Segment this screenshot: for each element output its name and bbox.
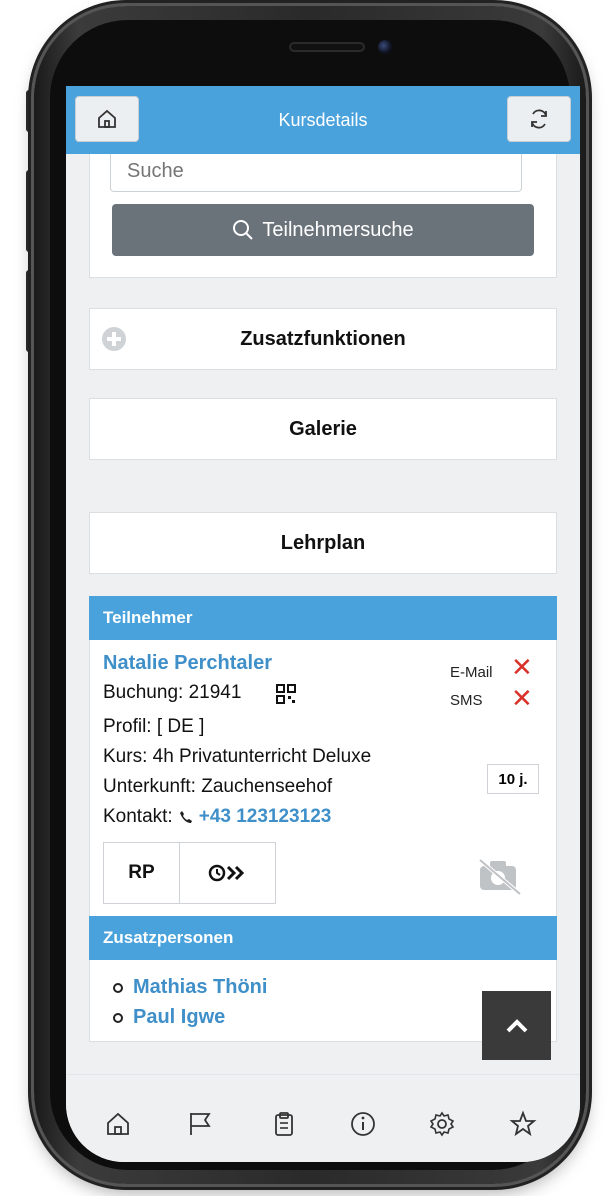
phone-number-link[interactable]: +43 123123123 [199, 806, 332, 828]
search-input[interactable] [110, 150, 522, 192]
app-screen: Teilnehmersuche Zusatzfunktionen Galerie… [66, 86, 580, 1162]
refresh-button[interactable] [507, 96, 571, 142]
chevron-up-icon [506, 1018, 527, 1032]
camera-disabled-icon[interactable] [476, 856, 524, 896]
refresh-icon [531, 109, 547, 129]
contact-label: Kontakt: [103, 806, 173, 827]
qr-code-icon[interactable] [276, 684, 296, 704]
nav-home-icon[interactable] [104, 1110, 132, 1138]
page-title: Kursdetails [278, 110, 368, 130]
search-icon [233, 220, 254, 240]
nav-flag-icon[interactable] [186, 1110, 214, 1138]
participants-heading: Teilnehmer [89, 596, 557, 640]
sms-status-icon[interactable]: ✕ [511, 685, 533, 711]
booking-number: Buchung: 21941 [103, 682, 242, 703]
nav-clipboard-icon[interactable] [270, 1110, 298, 1138]
additional-persons-heading: Zusatzpersonen [89, 916, 557, 960]
participant-contact: Kontakt: +43 123123123 [103, 806, 331, 828]
search-button-label: Teilnehmersuche [262, 218, 414, 241]
participant-accommodation: Unterkunft: Zauchenseehof [103, 776, 333, 797]
nav-info-icon[interactable] [349, 1110, 377, 1138]
list-bullet-icon [113, 982, 123, 993]
plus-circle-icon [102, 327, 126, 351]
email-status-icon[interactable]: ✕ [511, 654, 533, 680]
nav-settings-icon[interactable] [428, 1110, 456, 1138]
phone-speaker [289, 42, 365, 52]
extra-functions-panel[interactable]: Zusatzfunktionen [89, 308, 557, 370]
curriculum-panel[interactable]: Lehrplan [89, 512, 557, 574]
tab-rp[interactable]: RP [103, 842, 180, 904]
list-bullet-icon [113, 1012, 123, 1023]
sms-label: SMS [450, 692, 483, 709]
additional-person-link[interactable]: Paul Igwe [133, 1006, 225, 1029]
age-badge: 10 j. [487, 764, 539, 794]
curriculum-label: Lehrplan [280, 531, 366, 554]
phone-icon [179, 811, 192, 823]
nav-star-icon[interactable] [509, 1110, 537, 1138]
scroll-to-top-button[interactable] [482, 991, 551, 1060]
participant-search-button[interactable]: Teilnehmersuche [112, 204, 534, 256]
participant-profile: Profil: [ DE ] [103, 716, 205, 737]
gallery-panel[interactable]: Galerie [89, 398, 557, 460]
bottom-navigation [66, 1074, 580, 1162]
phone-camera [378, 40, 392, 54]
participant-course: Kurs: 4h Privatunterricht Deluxe [103, 746, 372, 767]
participant-name-link[interactable]: Natalie Perchtaler [103, 652, 272, 675]
additional-person-link[interactable]: Mathias Thöni [133, 976, 267, 999]
app-header: Kursdetails [66, 86, 580, 154]
extra-functions-label: Zusatzfunktionen [240, 327, 406, 350]
email-label: E-Mail [450, 664, 493, 681]
clock-forward-icon [208, 864, 244, 882]
gallery-label: Galerie [289, 417, 357, 440]
additional-person-item[interactable]: Paul Igwe [113, 1006, 225, 1029]
tab-time-forward[interactable] [179, 842, 276, 904]
additional-person-item[interactable]: Mathias Thöni [113, 976, 267, 999]
